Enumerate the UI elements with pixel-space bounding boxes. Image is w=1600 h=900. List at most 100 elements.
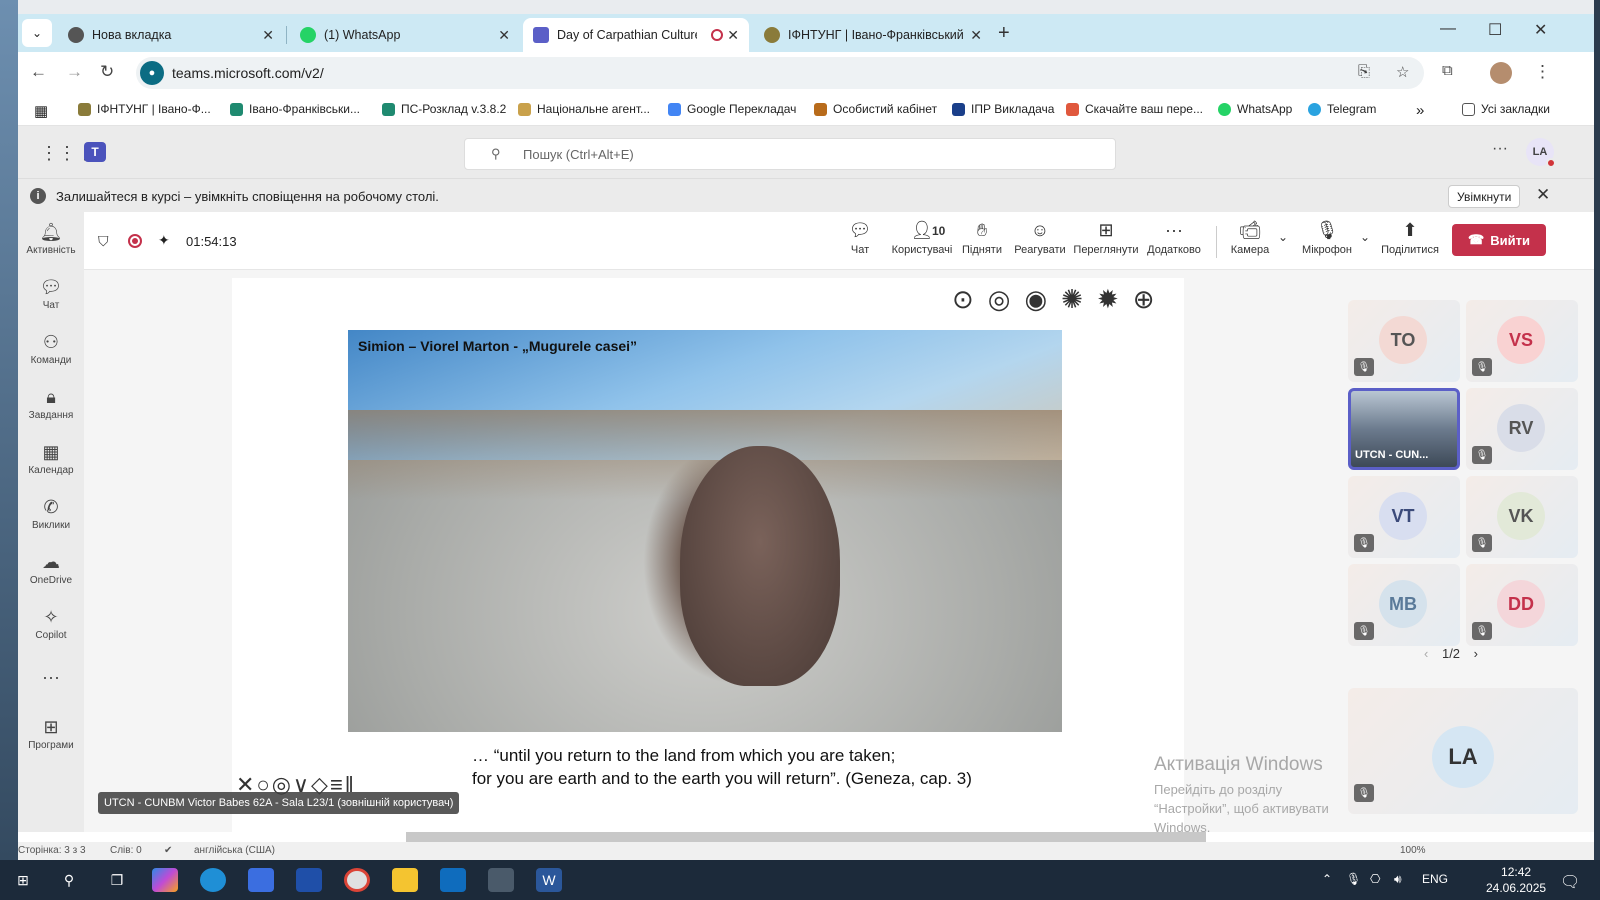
camera-button[interactable]: 📹︎ Камера [1224, 220, 1276, 256]
settings-more-icon[interactable]: ··· [1492, 140, 1508, 158]
react-button[interactable]: ☺ Реагувати [1012, 220, 1068, 256]
proofing-icon[interactable]: ✔ [164, 845, 172, 856]
task-view-icon[interactable]: ❐ [104, 868, 130, 892]
all-bookmarks-folder[interactable]: Усі закладки [1462, 102, 1550, 116]
new-tab-button[interactable]: + [998, 22, 1010, 45]
copilot-icon[interactable] [152, 868, 178, 892]
close-icon[interactable]: ✕ [727, 27, 739, 44]
minimize-button[interactable]: — [1440, 20, 1456, 38]
tab-new-tab[interactable]: Нова вкладка ✕ [58, 18, 284, 52]
raise-hand-button[interactable]: ✋︎ Підняти [960, 220, 1004, 256]
rail-item-apps[interactable]: ⊞ Програми [18, 717, 84, 751]
store-icon[interactable] [248, 868, 274, 892]
rail-item-calls[interactable]: ✆ Виклики [18, 497, 84, 531]
mic-options-chevron[interactable]: ⌄ [1356, 230, 1374, 254]
more-bookmarks-button[interactable]: » [1416, 102, 1424, 119]
bookmark-item[interactable]: WhatsApp [1218, 102, 1292, 116]
close-icon[interactable]: ✕ [498, 27, 510, 44]
avatar[interactable]: LA [1526, 138, 1556, 168]
edge-icon[interactable] [200, 868, 226, 892]
browser-menu-icon[interactable]: ⋮ [1534, 62, 1551, 82]
participant-tile[interactable]: TO 🎙︎ [1348, 300, 1460, 382]
start-button[interactable]: ⊞ [10, 868, 36, 892]
view-button[interactable]: ⊞ Переглянути [1072, 220, 1140, 256]
rail-item-copilot[interactable]: ✧ Copilot [18, 607, 84, 641]
more-actions-button[interactable]: ··· Додатково [1144, 220, 1204, 256]
network-icon[interactable]: ⎔ [1370, 872, 1380, 886]
rail-item-calendar[interactable]: ▦ Календар [18, 442, 84, 476]
mic-icon[interactable]: 🎙︎ [1346, 872, 1361, 886]
file-explorer-icon[interactable] [392, 868, 418, 892]
chrome-icon[interactable] [344, 868, 370, 892]
system-clock[interactable]: 12:42 24.06.2025 [1486, 864, 1546, 896]
chevron-left-icon[interactable]: ‹ [1424, 646, 1428, 661]
close-icon[interactable]: ✕ [262, 27, 274, 44]
word-icon[interactable]: W [536, 868, 562, 892]
mic-site-icon[interactable]: ● [140, 61, 164, 85]
bookmark-item[interactable]: Національне агент... [518, 102, 650, 116]
bookmark-item[interactable]: ІПР Викладача [952, 102, 1054, 116]
back-button[interactable]: ← [30, 62, 47, 82]
share-button[interactable]: ⬆ Поділитися [1380, 220, 1440, 256]
bookmark-item[interactable]: Особистий кабінет [814, 102, 937, 116]
profile-avatar[interactable] [1490, 62, 1512, 84]
input-language[interactable]: ENG [1422, 872, 1448, 886]
tab-teams-meeting[interactable]: Day of Carpathian Culture C ✕ [523, 18, 749, 52]
save-disk-icon[interactable] [296, 868, 322, 892]
volume-icon[interactable]: 🔊︎ [1394, 872, 1402, 887]
bookmark-item[interactable]: Google Перекладач [668, 102, 796, 116]
search-input[interactable]: ⚲ Пошук (Ctrl+Alt+E) [464, 138, 1116, 170]
chevron-up-icon[interactable]: ⌃ [1322, 872, 1332, 886]
enable-notifications-button[interactable]: Увімкнути [1448, 185, 1521, 208]
participant-tile[interactable]: VS 🎙︎ [1466, 300, 1578, 382]
tab-search-button[interactable]: ⌄ [22, 19, 52, 47]
extensions-icon[interactable]: ⧉ [1442, 62, 1453, 79]
participant-tile-video[interactable]: UTCN - CUN... [1348, 388, 1460, 470]
shield-icon[interactable]: ⛉ [98, 233, 109, 250]
sparkle-icon[interactable]: ✦ [158, 232, 170, 249]
participant-tile[interactable]: RV 🎙︎ [1466, 388, 1578, 470]
bookmark-item[interactable]: Telegram [1308, 102, 1376, 116]
rail-item-teams[interactable]: ⚇ Команди [18, 332, 84, 366]
chat-button[interactable]: 💬︎ Чат [838, 220, 882, 256]
close-icon[interactable]: ✕ [1536, 185, 1550, 205]
leave-button[interactable]: ☎ Вийти [1452, 224, 1546, 256]
forward-button[interactable]: → [66, 62, 83, 82]
participant-tile[interactable]: MB 🎙︎ [1348, 564, 1460, 646]
outlook-icon[interactable] [440, 868, 466, 892]
address-bar[interactable]: ● teams.microsoft.com/v2/ ⎘ ☆ [136, 57, 1424, 89]
people-button[interactable]: 👤︎ 10 Користувачі [888, 220, 956, 256]
recording-icon[interactable] [128, 234, 142, 248]
bookmark-item[interactable]: ІФНТУНГ | Івано-Ф... [78, 102, 211, 116]
rail-item-onedrive[interactable]: ☁ OneDrive [18, 552, 84, 586]
url-text[interactable]: teams.microsoft.com/v2/ [172, 65, 324, 81]
maximize-button[interactable]: ☐ [1488, 20, 1502, 40]
tab-whatsapp[interactable]: (1) WhatsApp ✕ [290, 18, 520, 52]
rail-item-tasks[interactable]: 🔒︎ Завдання [18, 387, 84, 421]
rail-item-more[interactable]: ··· [18, 667, 84, 689]
tab-ifntung[interactable]: ІФНТУНГ | Івано-Франківський ✕ [754, 18, 992, 52]
participant-tile[interactable]: DD 🎙︎ [1466, 564, 1578, 646]
window-close-button[interactable]: ✕ [1534, 20, 1547, 40]
camera-options-chevron[interactable]: ⌄ [1274, 230, 1292, 254]
apps-grid-icon[interactable]: ▦ [34, 102, 48, 120]
close-icon[interactable]: ✕ [970, 27, 982, 44]
calculator-icon[interactable] [488, 868, 514, 892]
search-icon[interactable]: ⚲ [56, 868, 82, 892]
chevron-right-icon[interactable]: › [1474, 646, 1478, 661]
rail-item-chat[interactable]: 💬︎ Чат [18, 277, 84, 311]
mic-button[interactable]: 🎙︎ Мікрофон [1298, 220, 1356, 256]
bookmark-item[interactable]: ПС-Розклад v.3.8.2 [382, 102, 506, 116]
star-icon[interactable]: ☆ [1396, 63, 1409, 81]
bookmark-item[interactable]: Скачайте ваш пере... [1066, 102, 1203, 116]
language-indicator[interactable]: англійська (США) [194, 845, 275, 856]
participant-tile[interactable]: VK 🎙︎ [1466, 476, 1578, 558]
bookmark-item[interactable]: Івано-Франківськи... [230, 102, 360, 116]
self-view-tile[interactable]: LA 🎙︎ [1348, 688, 1578, 814]
horizontal-scrollbar[interactable] [406, 832, 1206, 842]
notifications-icon[interactable]: 🗨︎ [1560, 872, 1580, 892]
zoom-level[interactable]: 100% [1400, 845, 1426, 856]
rail-item-activity[interactable]: 🔔︎ Активність [18, 222, 84, 256]
reload-button[interactable]: ↻ [100, 62, 114, 82]
participant-tile[interactable]: VT 🎙︎ [1348, 476, 1460, 558]
